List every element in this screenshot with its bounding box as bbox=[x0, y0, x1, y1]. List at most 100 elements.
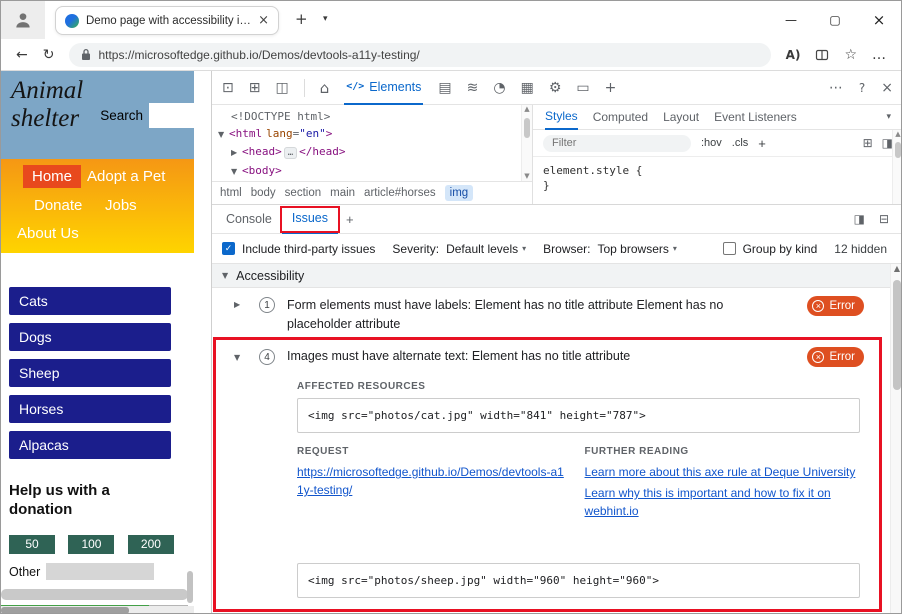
add-drawer-tab-button[interactable]: + bbox=[338, 212, 362, 227]
close-devtools-icon[interactable]: × bbox=[881, 80, 893, 96]
element-classes-button[interactable]: .cls bbox=[732, 137, 749, 149]
maximize-button[interactable]: ▢ bbox=[813, 1, 857, 39]
nav-adopt-a-pet[interactable]: Adopt a Pet bbox=[87, 168, 165, 185]
sources-panel-icon[interactable]: ▤ bbox=[438, 80, 451, 96]
url-field[interactable]: https://microsoftedge.github.io/Demos/de… bbox=[69, 43, 770, 67]
nav-home[interactable]: Home bbox=[23, 165, 81, 188]
tab-styles[interactable]: Styles bbox=[545, 105, 578, 130]
breadcrumb-article-horses[interactable]: article#horses bbox=[364, 187, 436, 199]
search-input[interactable] bbox=[149, 103, 194, 128]
more-tabs-chevron-icon[interactable]: ▾ bbox=[886, 112, 891, 122]
dom-body-open[interactable]: <body> bbox=[242, 164, 282, 177]
back-button[interactable]: ← bbox=[16, 47, 28, 63]
dom-head-close[interactable]: </head> bbox=[299, 145, 345, 158]
dom-html-value[interactable]: "en" bbox=[299, 127, 326, 140]
styles-filter-input[interactable] bbox=[543, 135, 691, 152]
group-by-kind-checkbox[interactable] bbox=[723, 242, 736, 255]
tab-close-icon[interactable]: × bbox=[258, 13, 269, 28]
webhint-link[interactable]: Learn why this is important and how to f… bbox=[585, 484, 860, 520]
severity-dropdown[interactable]: Default levels ▾ bbox=[446, 242, 526, 256]
help-icon[interactable]: ? bbox=[859, 81, 865, 95]
collapse-arrow-icon[interactable]: ▶ bbox=[231, 144, 242, 161]
horizontal-scrollbar-thumb[interactable] bbox=[1, 607, 129, 614]
settings-more-icon[interactable]: … bbox=[872, 47, 886, 63]
dom-html-attr[interactable]: lang bbox=[266, 127, 293, 140]
breadcrumb-html[interactable]: html bbox=[220, 187, 242, 199]
element-style-rule[interactable]: element.style { } bbox=[533, 157, 902, 199]
expand-drawer-icon[interactable]: ⊟ bbox=[879, 212, 889, 226]
element-style-open[interactable]: element.style { bbox=[543, 163, 893, 178]
issue-row-images-alt[interactable]: ▼ 4 Images must have alternate text: Ele… bbox=[212, 340, 890, 374]
amount-button-50[interactable]: 50 bbox=[9, 535, 55, 554]
breadcrumb-img-selected[interactable]: img bbox=[445, 185, 474, 201]
dom-head-open[interactable]: <head> bbox=[242, 145, 282, 158]
category-button-alpacas[interactable]: Alpacas bbox=[9, 431, 171, 459]
dom-ellipsis-button[interactable]: … bbox=[284, 147, 297, 159]
breadcrumb-main[interactable]: main bbox=[330, 187, 355, 199]
hidden-issues-count[interactable]: 12 hidden bbox=[834, 242, 887, 256]
scrollbar-thumb[interactable] bbox=[895, 142, 901, 158]
scroll-up-icon[interactable]: ▲ bbox=[894, 264, 900, 273]
nav-jobs[interactable]: Jobs bbox=[105, 197, 137, 214]
breadcrumb-body[interactable]: body bbox=[251, 187, 276, 199]
profile-button[interactable] bbox=[1, 1, 45, 39]
more-tabs-button[interactable]: + bbox=[605, 80, 617, 96]
category-button-dogs[interactable]: Dogs bbox=[9, 323, 171, 351]
more-options-icon[interactable]: ⋯ bbox=[829, 80, 843, 96]
deque-rule-link[interactable]: Learn more about this axe rule at Deque … bbox=[585, 463, 860, 481]
memory-panel-icon[interactable]: ▦ bbox=[521, 80, 534, 96]
tab-actions-chevron-icon[interactable]: ▾ bbox=[323, 14, 328, 24]
category-button-cats[interactable]: Cats bbox=[9, 287, 171, 315]
dom-html-open[interactable]: <html bbox=[229, 127, 262, 140]
amount-button-100[interactable]: 100 bbox=[68, 535, 114, 554]
toggle-element-state-button[interactable]: :hov bbox=[701, 137, 722, 149]
tab-console[interactable]: Console bbox=[216, 205, 282, 234]
issue-row-form-labels[interactable]: ▶ 1 Form elements must have labels: Elem… bbox=[212, 288, 890, 340]
nav-about-us[interactable]: About Us bbox=[17, 225, 79, 242]
page-vertical-scrollbar-thumb[interactable] bbox=[187, 571, 193, 603]
collections-icon[interactable] bbox=[815, 48, 829, 62]
welcome-home-icon[interactable]: ⌂ bbox=[320, 79, 330, 97]
breadcrumb-section[interactable]: section bbox=[285, 187, 321, 199]
scroll-up-icon[interactable]: ▲ bbox=[524, 105, 529, 113]
new-tab-button[interactable]: + bbox=[295, 10, 308, 28]
donation-slider[interactable] bbox=[1, 589, 188, 600]
page-horizontal-scrollbar[interactable] bbox=[1, 606, 194, 614]
focus-page-icon[interactable]: ◫ bbox=[275, 80, 288, 96]
tab-issues[interactable]: Issues bbox=[282, 205, 338, 234]
dom-doctype[interactable]: <!DOCTYPE html> bbox=[231, 110, 330, 123]
scrollbar-thumb[interactable] bbox=[524, 118, 530, 138]
application-panel-icon[interactable]: ▭ bbox=[576, 80, 589, 96]
browser-dropdown[interactable]: Top browsers ▾ bbox=[598, 242, 677, 256]
dom-tree-scrollbar[interactable]: ▲ ▼ bbox=[521, 105, 532, 181]
refresh-button[interactable]: ↻ bbox=[43, 47, 55, 63]
issues-scrollbar[interactable]: ▲ bbox=[890, 264, 902, 614]
styles-scrollbar[interactable]: ▲ bbox=[892, 130, 902, 204]
close-window-button[interactable]: × bbox=[857, 1, 901, 39]
settings-gear-icon[interactable]: ⚙ bbox=[549, 80, 562, 96]
inspect-element-icon[interactable]: ⊡ bbox=[222, 80, 234, 96]
scrollbar-thumb[interactable] bbox=[893, 280, 901, 390]
collapsed-arrow-icon[interactable]: ▶ bbox=[234, 296, 246, 309]
device-emulation-icon[interactable]: ⊞ bbox=[249, 80, 261, 96]
new-style-rule-button[interactable]: + bbox=[758, 136, 766, 151]
read-aloud-icon[interactable]: A) bbox=[786, 48, 801, 62]
expand-arrow-icon[interactable]: ▼ bbox=[218, 126, 229, 143]
other-amount-input[interactable] bbox=[46, 563, 154, 580]
category-button-horses[interactable]: Horses bbox=[9, 395, 171, 423]
tab-computed[interactable]: Computed bbox=[593, 110, 648, 124]
issue-category-accessibility[interactable]: ▼ Accessibility bbox=[212, 264, 890, 288]
tab-event-listeners[interactable]: Event Listeners bbox=[714, 110, 797, 124]
performance-panel-icon[interactable]: ◔ bbox=[493, 80, 505, 96]
category-button-sheep[interactable]: Sheep bbox=[9, 359, 171, 387]
favorites-star-icon[interactable]: ☆ bbox=[844, 47, 857, 63]
minimize-button[interactable]: — bbox=[769, 1, 813, 39]
affected-resource-code-cat[interactable]: <img src="photos/cat.jpg" width="841" he… bbox=[297, 398, 860, 433]
browser-tab[interactable]: Demo page with accessibility issues × bbox=[55, 6, 279, 35]
expand-arrow-icon[interactable]: ▼ bbox=[231, 163, 242, 180]
network-panel-icon[interactable]: ≋ bbox=[467, 80, 479, 96]
expanded-arrow-icon[interactable]: ▼ bbox=[234, 353, 246, 362]
tab-layout[interactable]: Layout bbox=[663, 110, 699, 124]
dock-drawer-icon[interactable]: ◨ bbox=[854, 212, 865, 226]
tab-elements[interactable]: </> Elements bbox=[344, 71, 423, 105]
